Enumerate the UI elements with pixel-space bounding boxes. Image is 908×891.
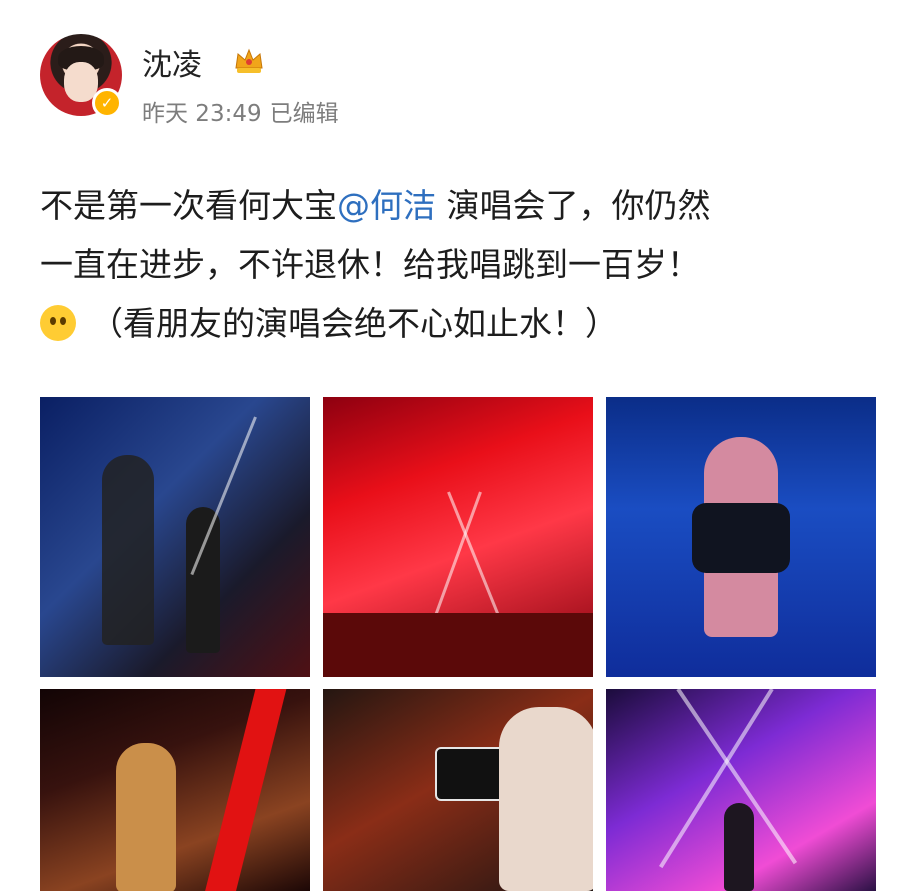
purple-light-2 [659, 689, 774, 869]
post-time: 昨天 23:49 [142, 101, 262, 127]
smiling-emoji-icon [40, 305, 76, 341]
red-light-beam [199, 689, 287, 891]
verified-badge-icon: ✓ [92, 88, 122, 118]
edited-label: 已编辑 [269, 101, 339, 127]
photo-grid [40, 397, 876, 891]
post-line-3: （看朋友的演唱会绝不心如止水！） [40, 294, 870, 353]
singer-dress [692, 503, 790, 573]
photo-4[interactable] [40, 689, 310, 891]
post-line-2: 一直在进步，不许退休！给我唱跳到一百岁！ [40, 245, 700, 284]
singer-silhouette [186, 507, 220, 653]
stage-performer [724, 803, 754, 891]
post-line-1-before: 不是第一次看何大宝 [40, 186, 337, 225]
photo-1[interactable] [40, 397, 310, 677]
post-text: 不是第一次看何大宝@何洁 演唱会了，你仍然 一直在进步，不许退休！给我唱跳到一百… [40, 176, 870, 353]
photo-6[interactable] [606, 689, 876, 891]
user-name[interactable]: 沈凌 [142, 40, 202, 84]
stage-light [190, 416, 257, 576]
photo-5[interactable] [323, 689, 593, 891]
post-line-3-text: （看朋友的演唱会绝不心如止水！） [90, 304, 618, 343]
screen-singer-silhouette [102, 455, 154, 645]
post-line-1-after: 演唱会了，你仍然 [436, 186, 711, 225]
audience-member [499, 707, 593, 891]
singer-figure [116, 743, 176, 891]
post-line-1: 不是第一次看何大宝@何洁 演唱会了，你仍然 [40, 176, 870, 235]
mention-link[interactable]: @何洁 [337, 186, 436, 225]
photo-3[interactable] [606, 397, 876, 677]
stage-floor [323, 613, 593, 677]
crown-icon [235, 48, 263, 73]
photo-2[interactable] [323, 397, 593, 677]
post-meta: 昨天 23:49 已编辑 [142, 94, 347, 128]
